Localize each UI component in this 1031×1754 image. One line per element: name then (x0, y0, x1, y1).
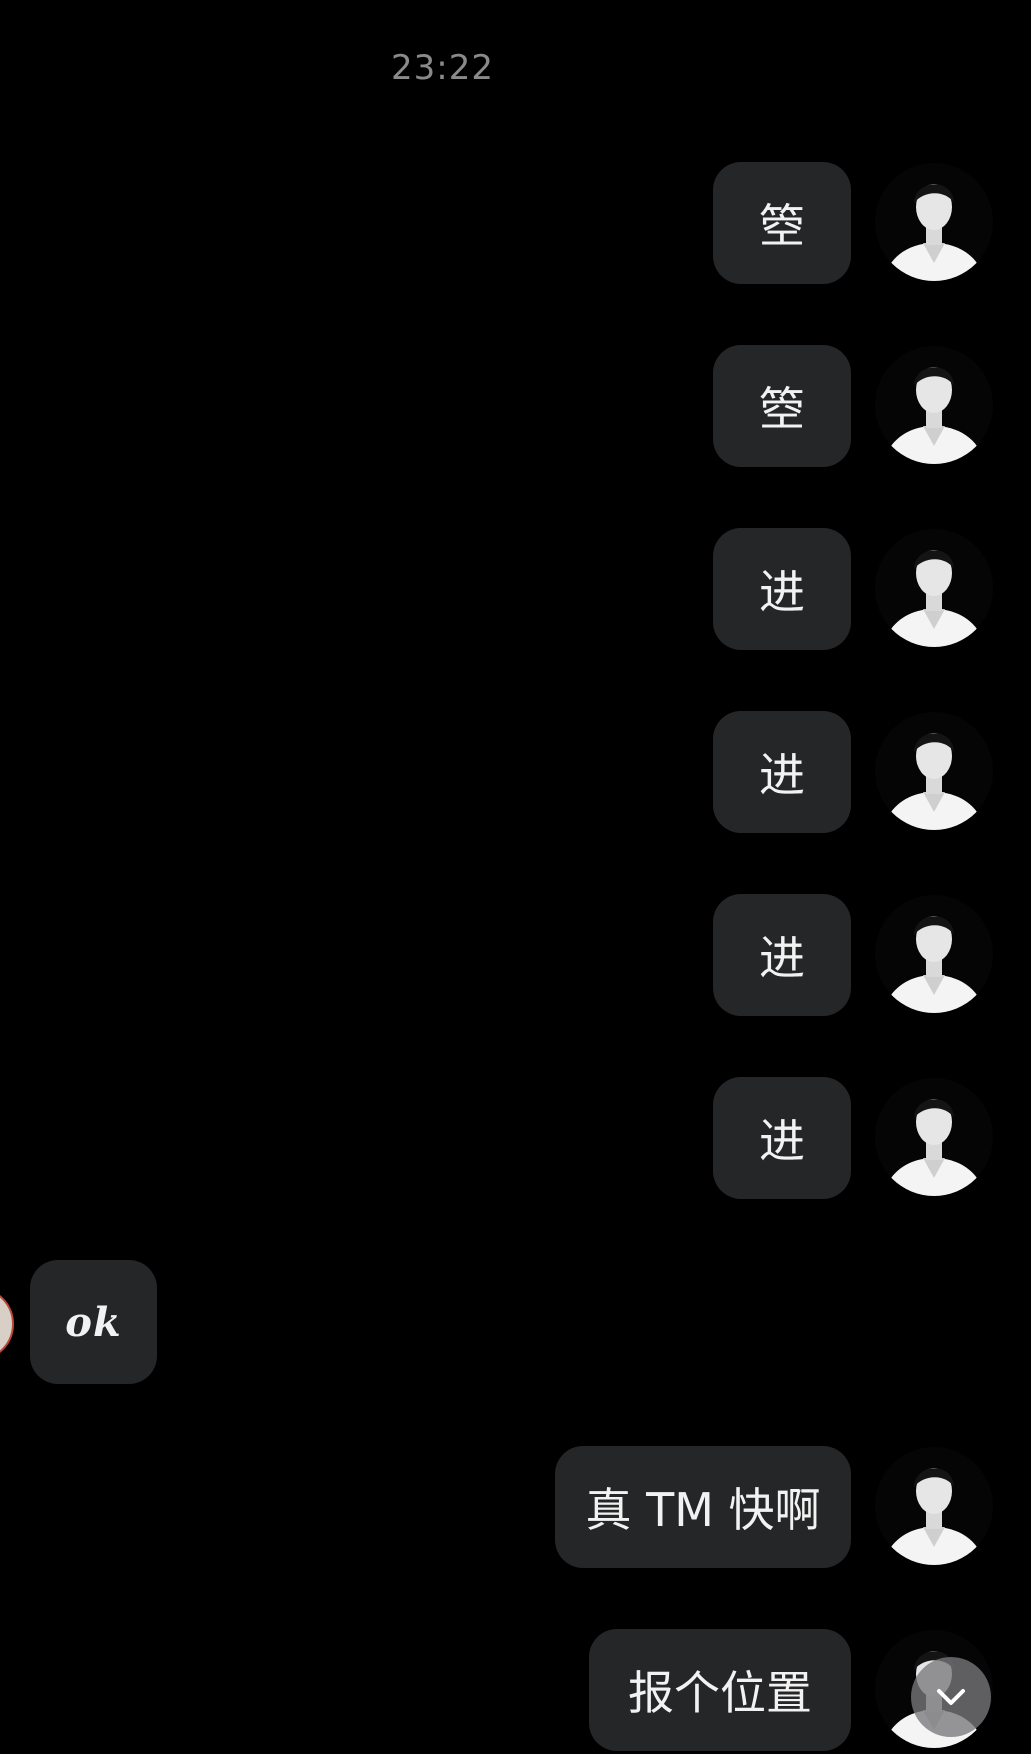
message-text: 进 (759, 748, 805, 802)
portrait-avatar-icon (875, 895, 993, 1013)
message-bubble-self[interactable]: 进 (713, 711, 851, 833)
portrait-avatar-icon (875, 712, 993, 830)
self-avatar[interactable] (875, 1447, 993, 1565)
message-bubble-self[interactable]: 报个位置 (589, 1629, 851, 1751)
portrait-avatar-icon (875, 346, 993, 464)
message-text: 进 (759, 931, 805, 985)
message-text: 箜 (759, 199, 805, 253)
self-avatar[interactable] (875, 712, 993, 830)
chat-area[interactable]: 23:22 箜 箜 进 进 进 进 ok 真 TM 快啊 报个位置 (0, 0, 1031, 1754)
self-avatar[interactable] (875, 346, 993, 464)
self-avatar[interactable] (875, 529, 993, 647)
chevron-down-icon (937, 1689, 965, 1705)
scroll-to-bottom-button[interactable] (911, 1657, 991, 1737)
message-text: ok (65, 1298, 122, 1346)
message-text: 真 TM 快啊 (585, 1483, 821, 1537)
message-text: 进 (759, 1114, 805, 1168)
message-bubble-self[interactable]: 进 (713, 894, 851, 1016)
message-timestamp: 23:22 (391, 48, 494, 88)
message-bubble-self[interactable]: 进 (713, 1077, 851, 1199)
portrait-avatar-icon (875, 163, 993, 281)
message-text: 进 (759, 565, 805, 619)
portrait-avatar-icon (875, 1447, 993, 1565)
message-text: 报个位置 (628, 1666, 812, 1720)
self-avatar[interactable] (875, 895, 993, 1013)
message-bubble-self[interactable]: 真 TM 快啊 (555, 1446, 851, 1568)
message-bubble-self[interactable]: 箜 (713, 162, 851, 284)
message-bubble-self[interactable]: 箜 (713, 345, 851, 467)
message-bubble-self[interactable]: 进 (713, 528, 851, 650)
other-avatar[interactable] (0, 1287, 14, 1361)
self-avatar[interactable] (875, 1078, 993, 1196)
message-text: 箜 (759, 382, 805, 436)
self-avatar[interactable] (875, 163, 993, 281)
portrait-avatar-icon (875, 529, 993, 647)
portrait-avatar-icon (875, 1078, 993, 1196)
message-bubble-other[interactable]: ok (30, 1260, 157, 1384)
